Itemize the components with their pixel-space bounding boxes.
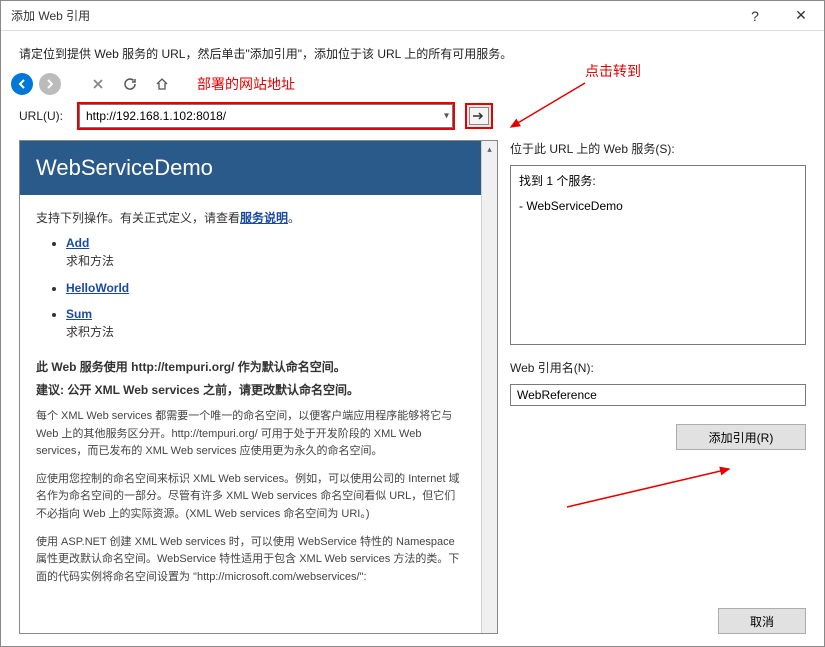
titlebar: 添加 Web 引用 ? ✕ <box>1 1 824 31</box>
cancel-button-row: 取消 <box>510 608 806 634</box>
annotation-deployed-site: 部署的网站地址 <box>197 74 295 94</box>
arrow-right-icon <box>44 78 56 90</box>
operation-link-add[interactable]: Add <box>66 236 89 250</box>
operation-item: Add 求和方法 <box>66 236 465 269</box>
right-pane: 位于此 URL 上的 Web 服务(S): 找到 1 个服务: - WebSer… <box>510 140 806 634</box>
url-input[interactable] <box>79 104 453 128</box>
webservice-description: 支持下列操作。有关正式定义，请查看服务说明。 <box>36 209 465 226</box>
webservice-title: WebServiceDemo <box>20 141 481 195</box>
recommendation-line: 建议: 公开 XML Web services 之前，请更改默认命名空间。 <box>36 381 465 398</box>
service-list-item[interactable]: - WebServiceDemo <box>519 199 797 213</box>
namespace-para-2: 应使用您控制的命名空间来标识 XML Web services。例如，可以使用公… <box>36 471 465 524</box>
operation-link-sum[interactable]: Sum <box>66 307 92 321</box>
desc-suffix: 。 <box>288 211 300 225</box>
operation-item: HelloWorld <box>66 281 465 295</box>
help-button[interactable]: ? <box>732 1 778 31</box>
operations-list: Add 求和方法 HelloWorld Sum 求积方法 <box>36 236 465 340</box>
url-label: URL(U): <box>19 109 67 123</box>
scrollbar[interactable]: ▴ <box>481 141 497 633</box>
main-area: WebServiceDemo 支持下列操作。有关正式定义，请查看服务说明。 Ad… <box>1 140 824 646</box>
stop-icon <box>91 77 105 91</box>
annotation-click-go: 点击转到 <box>585 61 641 81</box>
home-icon <box>155 77 169 91</box>
help-icon: ? <box>751 8 759 24</box>
close-icon: ✕ <box>795 7 807 24</box>
go-button-highlight <box>465 103 493 129</box>
cancel-button[interactable]: 取消 <box>718 608 806 634</box>
browser-pane: WebServiceDemo 支持下列操作。有关正式定义，请查看服务说明。 Ad… <box>19 140 498 634</box>
url-row: URL(U): ▾ <box>1 100 824 140</box>
browser-toolbar: 部署的网站地址 <box>1 68 824 100</box>
home-button[interactable] <box>149 71 175 97</box>
url-input-highlight: ▾ <box>77 102 455 130</box>
services-found-text: 找到 1 个服务: <box>519 172 797 189</box>
namespace-para-3: 使用 ASP.NET 创建 XML Web services 时，可以使用 We… <box>36 534 465 587</box>
services-listbox[interactable]: 找到 1 个服务: - WebServiceDemo <box>510 165 806 345</box>
services-label: 位于此 URL 上的 Web 服务(S): <box>510 140 806 157</box>
scroll-up-icon[interactable]: ▴ <box>482 141 497 157</box>
url-dropdown-icon[interactable]: ▾ <box>444 111 449 122</box>
add-button-row: 添加引用(R) <box>510 424 806 450</box>
browser-content[interactable]: WebServiceDemo 支持下列操作。有关正式定义，请查看服务说明。 Ad… <box>20 141 481 633</box>
operation-link-helloworld[interactable]: HelloWorld <box>66 281 129 295</box>
refname-input[interactable] <box>510 384 806 406</box>
operation-desc: 求和方法 <box>66 252 465 269</box>
go-arrow-icon <box>472 111 486 121</box>
add-web-reference-dialog: 添加 Web 引用 ? ✕ 请定位到提供 Web 服务的 URL，然后单击"添加… <box>0 0 825 647</box>
arrow-left-icon <box>16 78 28 90</box>
close-button[interactable]: ✕ <box>778 1 824 31</box>
namespace-line: 此 Web 服务使用 http://tempuri.org/ 作为默认命名空间。 <box>36 358 465 375</box>
service-description-link[interactable]: 服务说明 <box>240 211 288 225</box>
back-button[interactable] <box>11 73 33 95</box>
namespace-para-1: 每个 XML Web services 都需要一个唯一的命名空间，以便客户端应用… <box>36 408 465 461</box>
go-button[interactable] <box>469 107 489 125</box>
window-title: 添加 Web 引用 <box>11 7 90 24</box>
stop-button[interactable] <box>85 71 111 97</box>
refresh-button[interactable] <box>117 71 143 97</box>
titlebar-buttons: ? ✕ <box>732 1 824 31</box>
webservice-body: 支持下列操作。有关正式定义，请查看服务说明。 Add 求和方法 HelloWor… <box>20 195 481 610</box>
add-reference-button[interactable]: 添加引用(R) <box>676 424 806 450</box>
instruction-text: 请定位到提供 Web 服务的 URL，然后单击"添加引用"，添加位于该 URL … <box>1 31 824 68</box>
operation-item: Sum 求积方法 <box>66 307 465 340</box>
forward-button[interactable] <box>39 73 61 95</box>
refresh-icon <box>123 77 137 91</box>
refname-label: Web 引用名(N): <box>510 359 806 376</box>
desc-prefix: 支持下列操作。有关正式定义，请查看 <box>36 211 240 225</box>
operation-desc: 求积方法 <box>66 323 465 340</box>
